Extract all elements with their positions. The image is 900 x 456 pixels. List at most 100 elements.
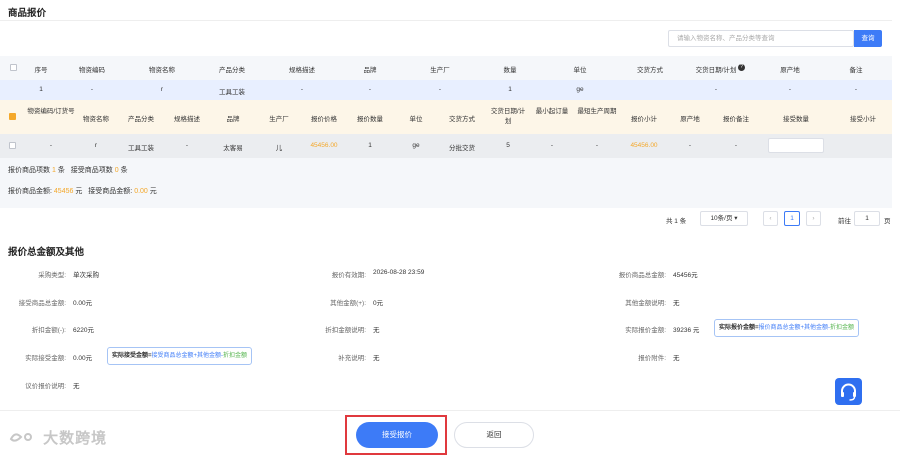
col-header: 交货日期/计划: [490, 108, 526, 125]
cell-subtotal: 45456.00: [630, 142, 658, 149]
goto-page-input[interactable]: 1: [854, 211, 880, 226]
col-header: 规格描述: [289, 67, 315, 74]
cell: -: [688, 142, 692, 149]
accept-quantity-input[interactable]: [768, 138, 824, 153]
other-note-value: 无: [673, 300, 680, 307]
cell: 分批交货: [449, 145, 475, 152]
select-all-checkbox[interactable]: [10, 64, 17, 71]
accepted-total-value: 0.00元: [73, 300, 93, 307]
cell: -: [788, 86, 792, 93]
col-header: 报价备注: [723, 116, 749, 123]
cell: -: [185, 142, 189, 149]
page-number-button[interactable]: 1: [784, 211, 800, 226]
other-amount-label: 其他金额(+):: [330, 300, 366, 307]
footer-bar: [0, 410, 900, 456]
cell: 1: [39, 86, 43, 93]
cell: 工具工装: [219, 89, 245, 96]
cell: -: [550, 142, 554, 149]
table-row: 1 - r 工具工装 - - - 1 ge - - -: [0, 80, 892, 100]
cell: -: [714, 86, 718, 93]
page-unit: 页: [884, 218, 891, 225]
accepted-total-label: 接受商品总金额:: [18, 300, 66, 307]
discount-value: 6220元: [73, 327, 94, 334]
page-size-select[interactable]: 10条/页 ▾: [700, 211, 748, 226]
cell: -: [49, 142, 53, 149]
accept-quote-button[interactable]: 接受报价: [356, 422, 438, 448]
total-label: 报价商品总金额:: [618, 272, 666, 279]
col-header: 原产地: [680, 116, 700, 123]
other-note-label: 其他金额说明:: [625, 300, 666, 307]
col-header: 物资编码: [79, 67, 105, 74]
col-header: 物资名称: [83, 116, 109, 123]
actual-accept-label: 实际接受金额:: [25, 355, 66, 362]
help-icon[interactable]: ?: [738, 64, 745, 71]
supplement-label: 补充说明:: [338, 355, 366, 362]
cell: 5: [506, 142, 510, 149]
discount-note-label: 折扣金额说明:: [325, 327, 366, 334]
cell: -: [595, 142, 599, 149]
customer-service-button[interactable]: [835, 378, 862, 405]
col-header: 报价数量: [357, 116, 383, 123]
search-input[interactable]: 请输入物资名称、产品分类等查询: [668, 30, 854, 47]
col-header: 报价价格: [311, 116, 337, 123]
attachment-label: 报价附件:: [638, 355, 666, 362]
actual-accept-formula-tip: 实际接受金额=接受商品总金额+其他金额-折扣金额: [107, 347, 253, 365]
prev-page-button[interactable]: ‹: [763, 211, 778, 226]
col-header: 单位: [573, 67, 587, 74]
divider: [0, 20, 892, 21]
summary-items: 报价商品项数 1 条 接受商品项数 0 条: [8, 167, 128, 174]
cell: ge: [412, 142, 420, 149]
pager-total: 共 1 条: [666, 218, 687, 225]
table2-header: 物资编码/订货号 物资名称 产品分类 规格描述 品牌 生产厂 报价价格 报价数量…: [0, 100, 892, 134]
purchase-type-value: 单次采购: [73, 272, 99, 279]
select-all-checkbox[interactable]: [9, 113, 16, 120]
col-header: 原产地: [780, 67, 800, 74]
cell: r: [94, 142, 98, 149]
cell: 1: [368, 142, 372, 149]
col-header: 最短生产周期: [577, 108, 617, 115]
summary-amounts: 报价商品金额: 45456 元 接受商品金额: 0.00 元: [8, 188, 157, 195]
actual-amount-formula-tip: 实际报价金额=报价商品总金额+其他金额-折扣金额: [714, 319, 860, 337]
section-title-quote: 商品报价: [8, 8, 47, 19]
col-header: 物资名称: [149, 67, 175, 74]
quote-summary: 报价商品项数 1 条 接受商品项数 0 条 报价商品金额: 45456 元 接受…: [0, 158, 892, 208]
col-header: 品牌: [226, 116, 240, 123]
actual-amount-label: 实际报价金额:: [625, 327, 666, 334]
bargain-value: 无: [73, 383, 80, 390]
col-header: 产品分类: [219, 67, 245, 74]
search-button[interactable]: 查询: [854, 30, 882, 47]
cell: 儿: [275, 145, 283, 152]
total-value: 45456元: [673, 272, 698, 279]
cell: -: [854, 86, 858, 93]
col-header: 交货方式: [637, 67, 663, 74]
cell: 1: [508, 86, 512, 93]
back-button[interactable]: 返回: [454, 422, 534, 448]
logo-icon: [9, 433, 32, 442]
col-header: 单位: [409, 116, 423, 123]
col-header: 数量: [503, 67, 517, 74]
validity-value: 2026-08-28 23:59: [373, 269, 425, 276]
goto-label: 前往: [838, 218, 851, 225]
validity-label: 报价有效期:: [331, 272, 366, 279]
cell: -: [734, 142, 738, 149]
col-header: 备注: [849, 67, 863, 74]
section-title-totals: 报价总金额及其他: [8, 247, 85, 258]
attachment-value: 无: [673, 355, 680, 362]
cell: r: [160, 86, 164, 93]
cell: 太客易: [223, 145, 243, 152]
cell: -: [438, 86, 442, 93]
col-header: 品牌: [363, 67, 377, 74]
row-checkbox[interactable]: [9, 142, 16, 149]
actual-accept-value: 0.00元: [73, 355, 93, 362]
table-row: - r 工具工装 - 太客易 儿 45456.00 1 ge 分批交货 5 - …: [0, 134, 892, 158]
next-page-button[interactable]: ›: [806, 211, 821, 226]
discount-note-value: 无: [373, 327, 380, 334]
cell: ge: [576, 86, 584, 93]
cell: -: [368, 86, 372, 93]
col-header: 规格描述: [174, 116, 200, 123]
cell: -: [90, 86, 94, 93]
col-header: 物资编码/订货号: [27, 108, 75, 115]
col-header: 接受小计: [850, 116, 876, 123]
col-header: 产品分类: [128, 116, 154, 123]
other-amount-value: 0元: [373, 300, 384, 307]
